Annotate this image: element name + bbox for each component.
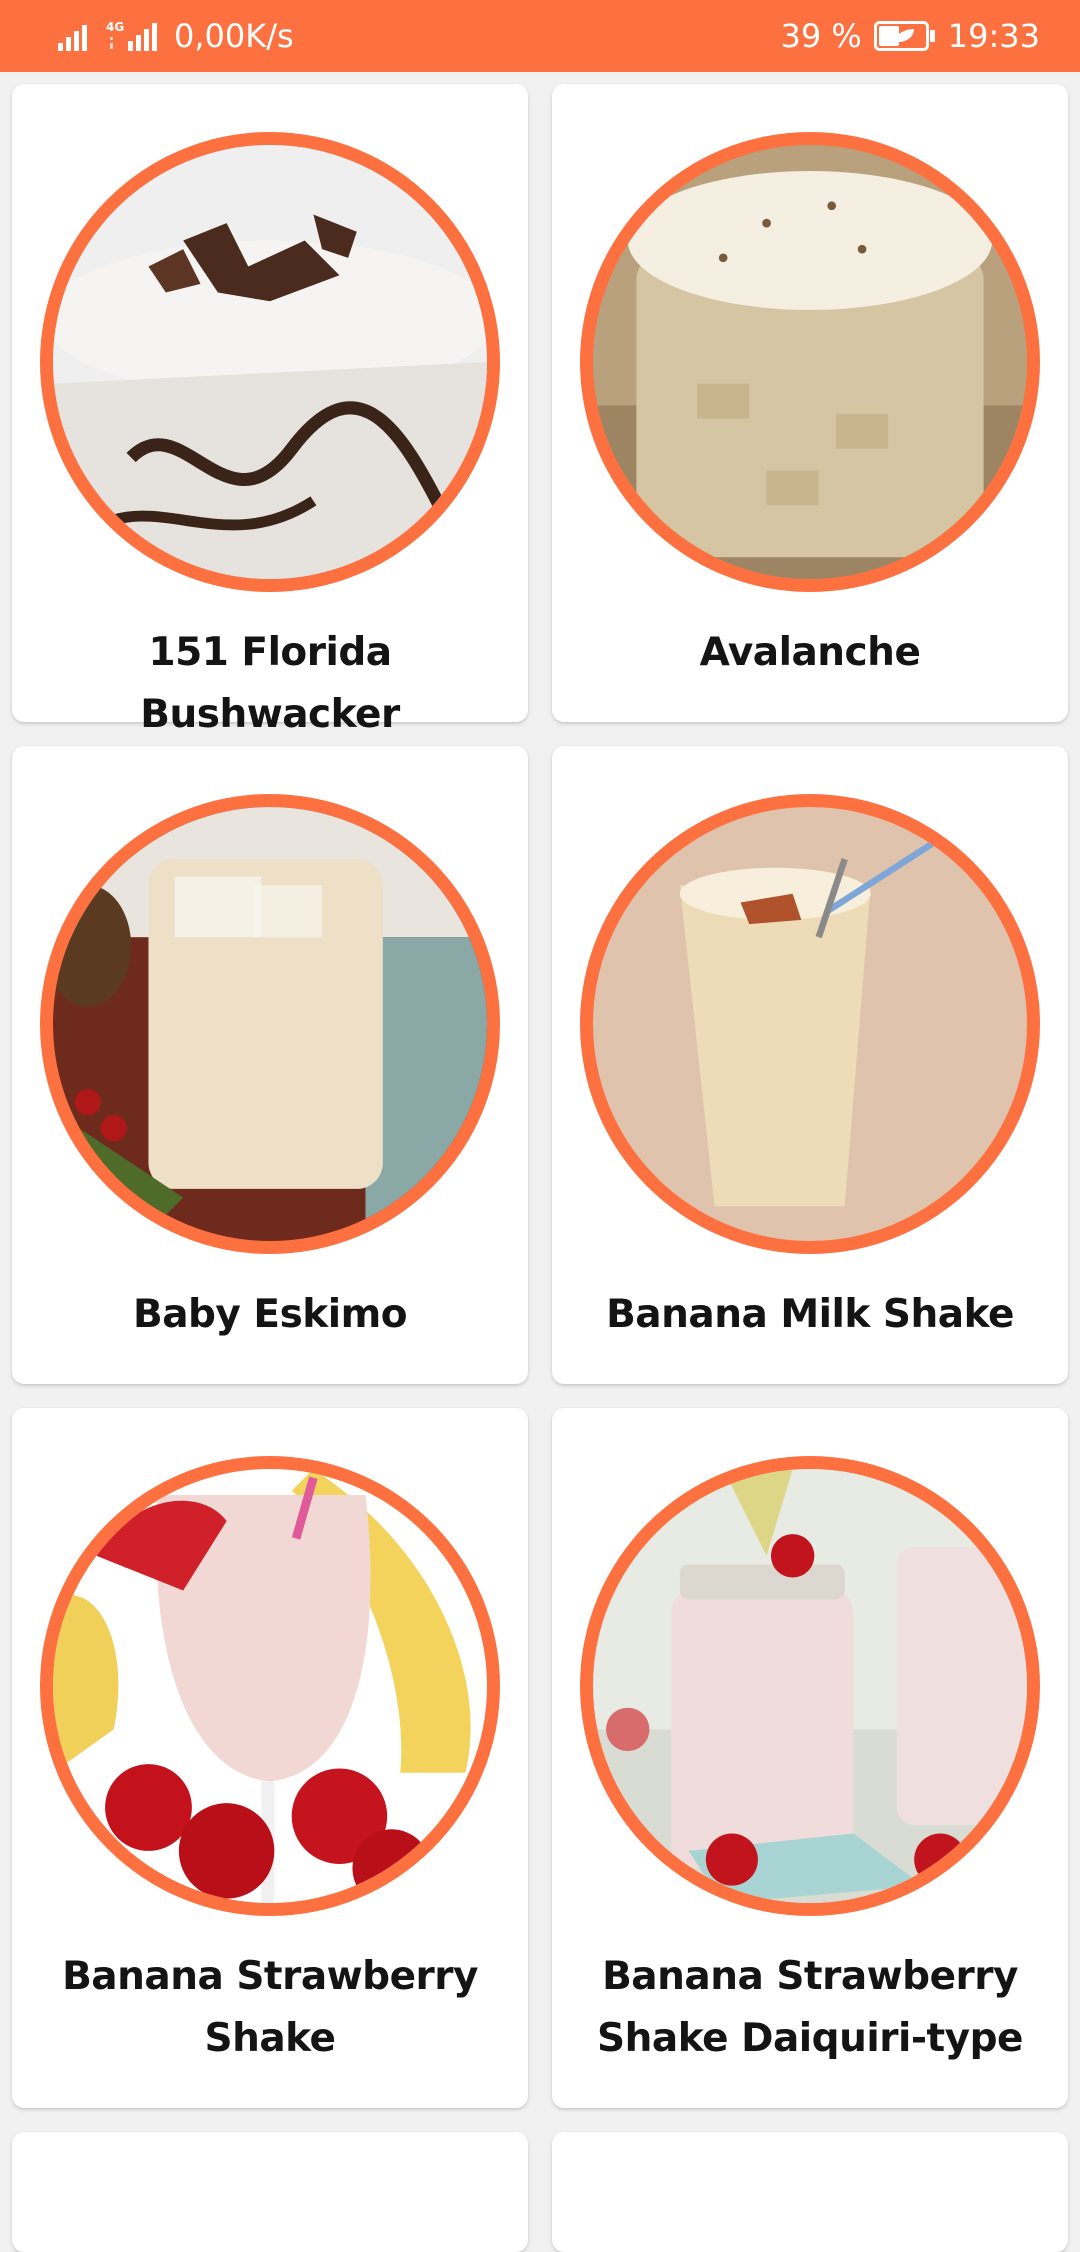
drink-image-frame [580, 794, 1040, 1254]
signal-strength-icon [58, 21, 94, 51]
creamy-cocktail-image [53, 807, 487, 1241]
iced-cream-drink-image [593, 145, 1027, 579]
drink-card-baby-eskimo[interactable]: Baby Eskimo [12, 746, 528, 1384]
network-4g-icon: 4G [104, 19, 164, 53]
drink-name: 151 Florida Bushwacker [140, 630, 400, 737]
status-bar: 4G 0,00K/s 39 % 19:33 [0, 0, 1080, 72]
drink-image-frame [40, 132, 500, 592]
drink-card-partial[interactable] [552, 2132, 1068, 2252]
banana-shake-image [593, 807, 1027, 1241]
chocolate-shake-image [53, 145, 487, 579]
drink-name: Banana Strawberry Shake Daiquiri-type [597, 1954, 1023, 2061]
network-speed: 0,00K/s [174, 17, 294, 55]
drink-card-banana-strawberry-shake-daiquiri-type[interactable]: Banana Strawberry Shake Daiquiri-type [552, 1408, 1068, 2108]
drink-name: Avalanche [699, 630, 921, 675]
battery-icon [873, 21, 936, 51]
drink-card-avalanche[interactable]: Avalanche [552, 84, 1068, 722]
strawberry-shake-jar-image [593, 1469, 1027, 1903]
network-type-label: 4G [106, 20, 124, 34]
drink-card-151-florida-bushwacker[interactable]: 151 Florida Bushwacker [12, 84, 528, 737]
drink-image-frame [580, 132, 1040, 592]
clock-time: 19:33 [947, 17, 1040, 55]
drink-image-frame [40, 794, 500, 1254]
drink-name: Banana Strawberry Shake [62, 1954, 478, 2061]
battery-percent: 39 % [780, 17, 862, 55]
strawberry-shake-glass-image [53, 1469, 487, 1903]
drink-card-banana-milk-shake[interactable]: Banana Milk Shake [552, 746, 1068, 1384]
drink-name: Baby Eskimo [132, 1292, 408, 1337]
drink-name: Banana Milk Shake [606, 1292, 1014, 1337]
drink-image-frame [580, 1456, 1040, 1916]
drink-card-partial[interactable] [12, 2132, 528, 2252]
drink-card-banana-strawberry-shake[interactable]: Banana Strawberry Shake [12, 1408, 528, 2108]
drink-image-frame [40, 1456, 500, 1916]
